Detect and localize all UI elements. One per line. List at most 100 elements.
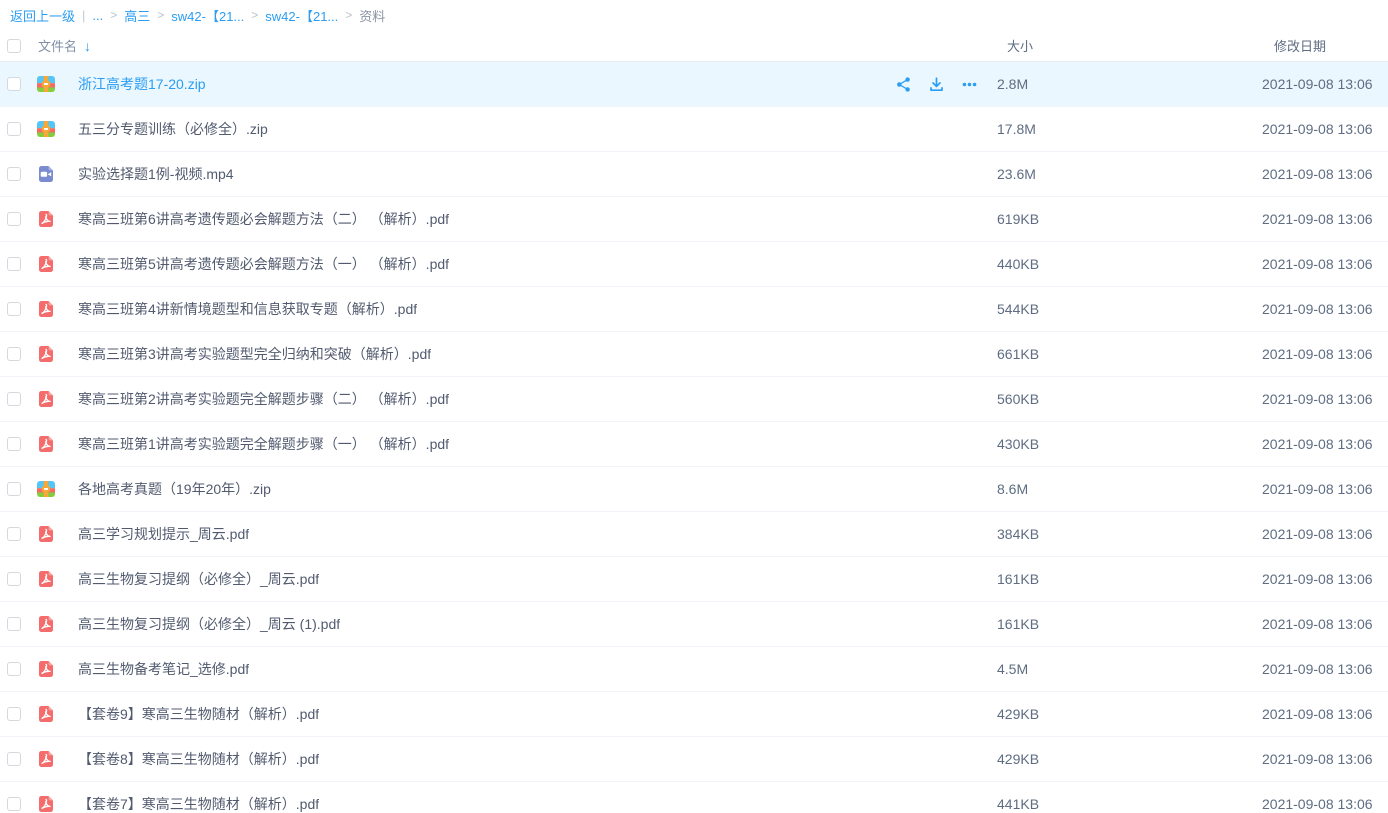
file-size: 23.6M [997, 166, 1262, 182]
file-date: 2021-09-08 13:06 [1262, 571, 1388, 587]
file-name[interactable]: 浙江高考题17-20.zip [78, 74, 206, 94]
pdf-file-icon [36, 299, 56, 319]
row-checkbox[interactable] [7, 662, 21, 676]
file-date: 2021-09-08 13:06 [1262, 661, 1388, 677]
file-row[interactable]: 寒高三班第6讲高考遗传题必会解题方法（二） （解析）.pdf 619KB 202… [0, 197, 1388, 242]
file-row[interactable]: 实验选择题1例-视频.mp4 23.6M 2021-09-08 13:06 [0, 152, 1388, 197]
file-name[interactable]: 【套卷9】寒高三生物随材（解析）.pdf [78, 704, 319, 724]
breadcrumb-item-grade[interactable]: 高三 [124, 6, 150, 25]
row-checkbox[interactable] [7, 122, 21, 136]
file-row[interactable]: 高三生物复习提纲（必修全）_周云.pdf 161KB 2021-09-08 13… [0, 557, 1388, 602]
pdf-file-icon [36, 209, 56, 229]
row-checkbox[interactable] [7, 257, 21, 271]
download-icon[interactable] [927, 75, 946, 94]
pdf-file-icon [36, 569, 56, 589]
video-file-icon [36, 164, 56, 184]
row-checkbox[interactable] [7, 437, 21, 451]
file-row[interactable]: 【套卷8】寒高三生物随材（解析）.pdf 429KB 2021-09-08 13… [0, 737, 1388, 782]
breadcrumb-current-folder: 资料 [359, 6, 385, 25]
file-row[interactable]: 高三生物备考笔记_选修.pdf 4.5M 2021-09-08 13:06 [0, 647, 1388, 692]
file-name[interactable]: 高三学习规划提示_周云.pdf [78, 524, 249, 544]
breadcrumb-back-link[interactable]: 返回上一级 [10, 6, 75, 25]
pdf-file-icon [36, 344, 56, 364]
file-name[interactable]: 【套卷8】寒高三生物随材（解析）.pdf [78, 749, 319, 769]
row-checkbox[interactable] [7, 797, 21, 811]
column-header-date[interactable]: 修改日期 [1262, 36, 1388, 55]
row-checkbox[interactable] [7, 482, 21, 496]
file-date: 2021-09-08 13:06 [1262, 166, 1388, 182]
row-checkbox[interactable] [7, 347, 21, 361]
breadcrumb-item-course-2[interactable]: sw42-【21... [265, 6, 338, 25]
row-checkbox[interactable] [7, 392, 21, 406]
pdf-file-icon [36, 659, 56, 679]
row-checkbox[interactable] [7, 707, 21, 721]
file-size: 441KB [997, 796, 1262, 812]
file-name[interactable]: 【套卷7】寒高三生物随材（解析）.pdf [78, 794, 319, 813]
row-checkbox[interactable] [7, 572, 21, 586]
file-list: 浙江高考题17-20.zip [0, 62, 1388, 813]
row-checkbox[interactable] [7, 617, 21, 631]
file-name[interactable]: 各地高考真题（19年20年）.zip [78, 479, 271, 499]
file-size: 544KB [997, 301, 1262, 317]
file-size: 161KB [997, 571, 1262, 587]
file-date: 2021-09-08 13:06 [1262, 76, 1388, 92]
file-row[interactable]: 各地高考真题（19年20年）.zip 8.6M 2021-09-08 13:06 [0, 467, 1388, 512]
file-row[interactable]: 高三生物复习提纲（必修全）_周云 (1).pdf 161KB 2021-09-0… [0, 602, 1388, 647]
select-all-checkbox[interactable] [7, 39, 21, 53]
file-name[interactable]: 高三生物复习提纲（必修全）_周云 (1).pdf [78, 614, 340, 634]
row-checkbox[interactable] [7, 77, 21, 91]
file-name[interactable]: 寒高三班第4讲新情境题型和信息获取专题（解析）.pdf [78, 299, 417, 319]
zip-file-icon [36, 74, 56, 94]
breadcrumb-item-course-1[interactable]: sw42-【21... [171, 6, 244, 25]
file-size: 440KB [997, 256, 1262, 272]
file-row[interactable]: 寒高三班第2讲高考实验题完全解题步骤（二） （解析）.pdf 560KB 202… [0, 377, 1388, 422]
file-name[interactable]: 五三分专题训练（必修全）.zip [78, 119, 268, 139]
row-checkbox[interactable] [7, 167, 21, 181]
breadcrumb-pipe-separator: | [82, 8, 85, 23]
more-icon[interactable] [960, 75, 979, 94]
sort-descending-icon[interactable]: ↓ [84, 38, 91, 54]
share-icon[interactable] [894, 75, 913, 94]
row-actions [894, 75, 979, 94]
file-name[interactable]: 高三生物备考笔记_选修.pdf [78, 659, 249, 679]
file-row[interactable]: 浙江高考题17-20.zip [0, 62, 1388, 107]
file-row[interactable]: 【套卷7】寒高三生物随材（解析）.pdf 441KB 2021-09-08 13… [0, 782, 1388, 813]
file-row[interactable]: 寒高三班第3讲高考实验题型完全归纳和突破（解析）.pdf 661KB 2021-… [0, 332, 1388, 377]
table-header: 文件名 ↓ 大小 修改日期 [0, 30, 1388, 62]
file-date: 2021-09-08 13:06 [1262, 211, 1388, 227]
file-date: 2021-09-08 13:06 [1262, 121, 1388, 137]
file-date: 2021-09-08 13:06 [1262, 796, 1388, 812]
file-row[interactable]: 高三学习规划提示_周云.pdf 384KB 2021-09-08 13:06 [0, 512, 1388, 557]
file-row[interactable]: 寒高三班第4讲新情境题型和信息获取专题（解析）.pdf 544KB 2021-0… [0, 287, 1388, 332]
pdf-file-icon [36, 389, 56, 409]
breadcrumb-chevron: > [110, 8, 117, 22]
file-date: 2021-09-08 13:06 [1262, 616, 1388, 632]
file-row[interactable]: 寒高三班第1讲高考实验题完全解题步骤（一） （解析）.pdf 430KB 202… [0, 422, 1388, 467]
file-name[interactable]: 高三生物复习提纲（必修全）_周云.pdf [78, 569, 319, 589]
file-row[interactable]: 寒高三班第5讲高考遗传题必会解题方法（一） （解析）.pdf 440KB 202… [0, 242, 1388, 287]
column-header-filename[interactable]: 文件名 [38, 36, 77, 55]
file-row[interactable]: 【套卷9】寒高三生物随材（解析）.pdf 429KB 2021-09-08 13… [0, 692, 1388, 737]
breadcrumb-chevron: > [157, 8, 164, 22]
file-name[interactable]: 寒高三班第2讲高考实验题完全解题步骤（二） （解析）.pdf [78, 389, 449, 409]
zip-file-icon [36, 119, 56, 139]
breadcrumb-item-ellipsis[interactable]: ... [92, 8, 103, 23]
row-checkbox[interactable] [7, 302, 21, 316]
row-checkbox[interactable] [7, 527, 21, 541]
file-size: 429KB [997, 706, 1262, 722]
file-name[interactable]: 寒高三班第3讲高考实验题型完全归纳和突破（解析）.pdf [78, 344, 431, 364]
file-size: 661KB [997, 346, 1262, 362]
row-checkbox[interactable] [7, 212, 21, 226]
file-name[interactable]: 实验选择题1例-视频.mp4 [78, 164, 234, 184]
column-header-size[interactable]: 大小 [997, 36, 1262, 55]
row-checkbox[interactable] [7, 752, 21, 766]
file-row[interactable]: 五三分专题训练（必修全）.zip 17.8M 2021-09-08 13:06 [0, 107, 1388, 152]
file-name[interactable]: 寒高三班第1讲高考实验题完全解题步骤（一） （解析）.pdf [78, 434, 449, 454]
file-date: 2021-09-08 13:06 [1262, 751, 1388, 767]
file-size: 429KB [997, 751, 1262, 767]
file-name[interactable]: 寒高三班第6讲高考遗传题必会解题方法（二） （解析）.pdf [78, 209, 449, 229]
file-name[interactable]: 寒高三班第5讲高考遗传题必会解题方法（一） （解析）.pdf [78, 254, 449, 274]
pdf-file-icon [36, 794, 56, 813]
pdf-file-icon [36, 254, 56, 274]
file-date: 2021-09-08 13:06 [1262, 346, 1388, 362]
